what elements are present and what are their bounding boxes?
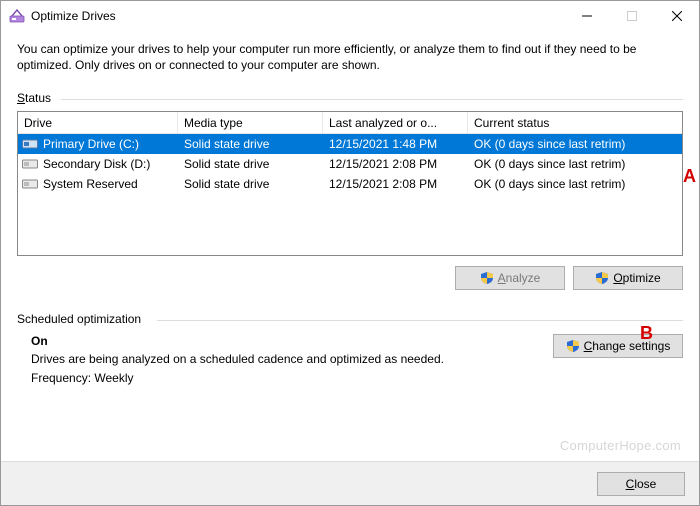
table-header: Drive Media type Last analyzed or o... C… [18,112,682,134]
last-analyzed: 12/15/2021 2:08 PM [323,157,468,171]
annotation-a: A [683,166,696,187]
title-bar: Optimize Drives [1,1,699,31]
col-last-analyzed[interactable]: Last analyzed or o... [323,112,468,133]
optimize-button[interactable]: Optimize [573,266,683,290]
change-settings-button[interactable]: Change settings [553,334,683,358]
app-icon [9,8,25,24]
drive-name: Primary Drive (C:) [43,137,139,151]
table-row[interactable]: Secondary Disk (D:) Solid state drive 12… [18,154,682,174]
drive-name: System Reserved [43,177,138,191]
col-current-status[interactable]: Current status [468,112,682,133]
schedule-frequency: Frequency: Weekly [31,371,537,385]
media-type: Solid state drive [178,177,323,191]
drive-icon [22,178,38,190]
analyze-button[interactable]: Analyze [455,266,565,290]
shield-icon [595,271,609,285]
drive-name: Secondary Disk (D:) [43,157,150,171]
drive-icon [22,138,38,150]
media-type: Solid state drive [178,137,323,151]
col-media[interactable]: Media type [178,112,323,133]
media-type: Solid state drive [178,157,323,171]
current-status: OK (0 days since last retrim) [468,177,682,191]
drives-table[interactable]: Drive Media type Last analyzed or o... C… [17,111,683,256]
last-analyzed: 12/15/2021 2:08 PM [323,177,468,191]
watermark: ComputerHope.com [560,438,681,453]
status-label: Status [17,91,683,105]
maximize-button[interactable] [609,1,654,31]
annotation-b: B [640,323,653,344]
close-dialog-button[interactable]: Close [597,472,685,496]
current-status: OK (0 days since last retrim) [468,157,682,171]
table-row[interactable]: System Reserved Solid state drive 12/15/… [18,174,682,194]
current-status: OK (0 days since last retrim) [468,137,682,151]
col-drive[interactable]: Drive [18,112,178,133]
drive-icon [22,158,38,170]
schedule-state: On [31,334,537,348]
shield-icon [566,339,580,353]
footer: Close [1,461,699,505]
last-analyzed: 12/15/2021 1:48 PM [323,137,468,151]
schedule-desc: Drives are being analyzed on a scheduled… [31,352,537,366]
shield-icon [480,271,494,285]
table-row[interactable]: Primary Drive (C:) Solid state drive 12/… [18,134,682,154]
minimize-button[interactable] [564,1,609,31]
window-title: Optimize Drives [31,9,116,23]
description-text: You can optimize your drives to help you… [17,41,683,73]
close-button[interactable] [654,1,699,31]
scheduled-optimization-label: Scheduled optimization [17,312,683,326]
